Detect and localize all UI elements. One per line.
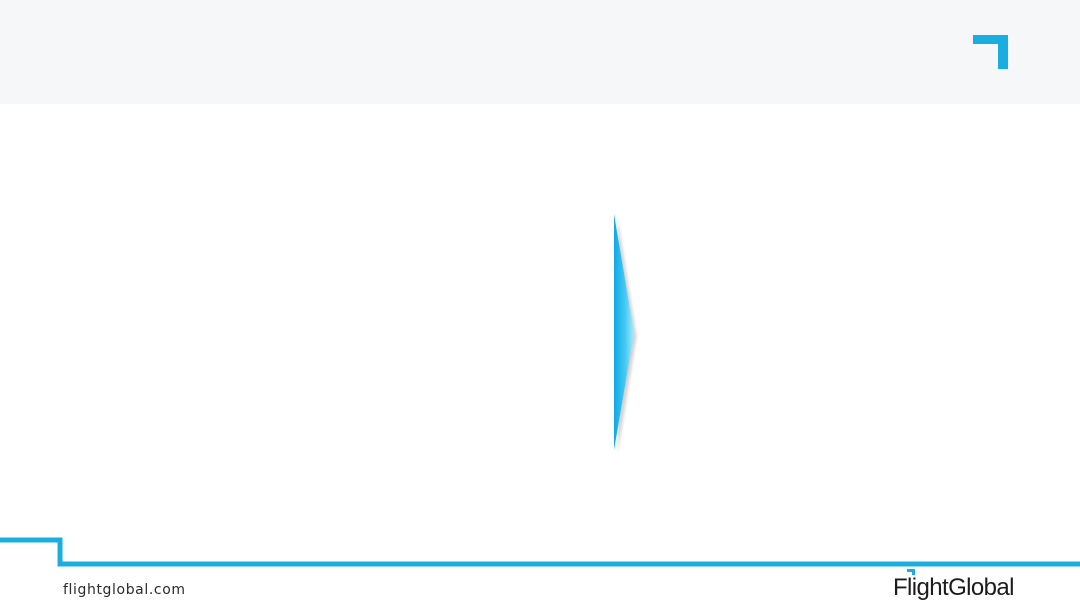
footer-divider xyxy=(0,537,1080,567)
flightglobal-logo: FlightGlobal xyxy=(893,568,1033,606)
corner-bracket-icon xyxy=(973,35,1008,69)
header-band xyxy=(0,0,1080,104)
footer-url[interactable]: flightglobal.com xyxy=(63,582,186,598)
logo-tick-icon xyxy=(907,569,915,575)
right-chevron-arrow-icon xyxy=(614,214,637,454)
logo-wordmark: FlightGlobal xyxy=(893,574,1014,601)
